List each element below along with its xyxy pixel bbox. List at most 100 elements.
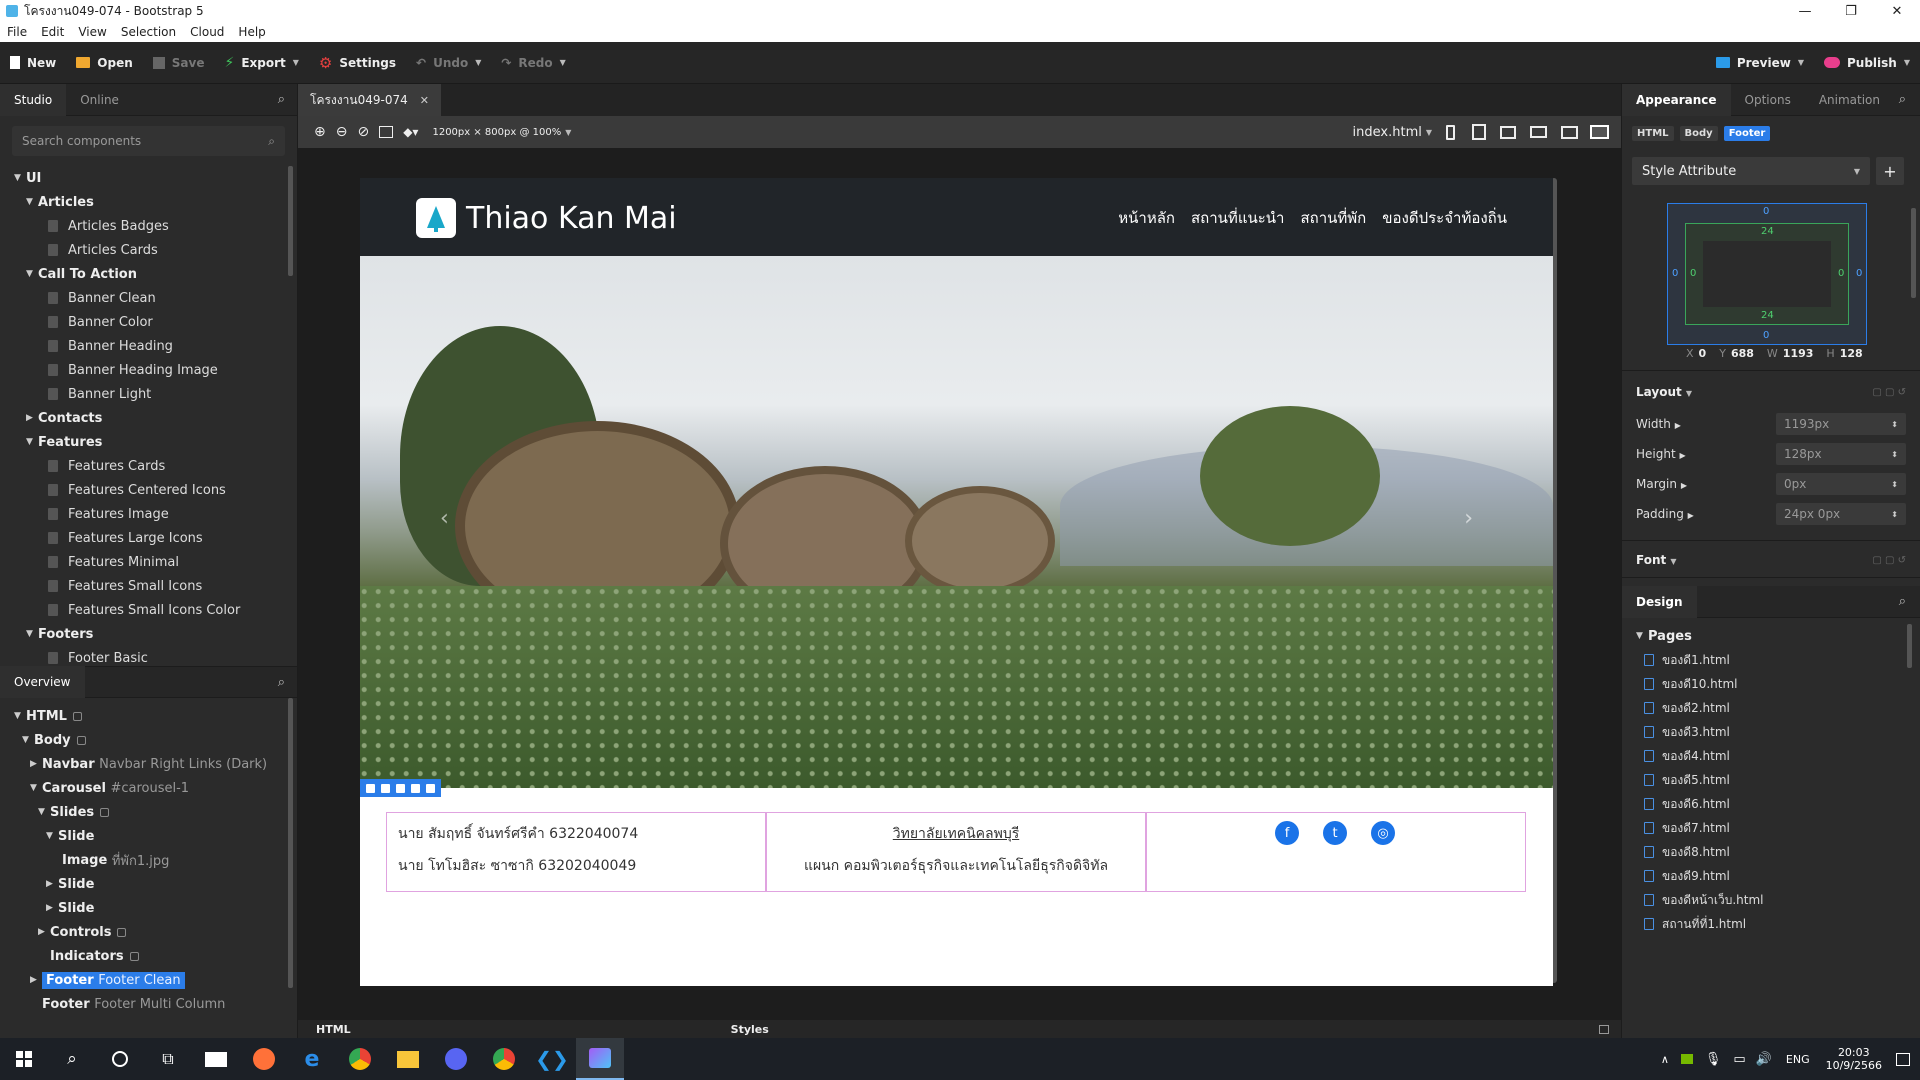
component-item[interactable]: Features Centered Icons <box>14 478 297 502</box>
preview-button[interactable]: Preview ▼ <box>1706 42 1814 84</box>
width-input[interactable]: 1193px ⬍ <box>1776 413 1906 435</box>
edge-icon[interactable]: e <box>288 1038 336 1080</box>
undo-button[interactable]: ↶ Undo ▼ <box>406 42 491 84</box>
stepper-icon[interactable]: ⬍ <box>1891 480 1898 489</box>
component-item[interactable]: Banner Light <box>14 382 297 406</box>
tree-body[interactable]: ▼ Body <box>14 728 297 752</box>
tab-styles[interactable]: Styles <box>731 1023 769 1036</box>
search-icon[interactable]: ⌕ <box>1899 92 1906 107</box>
tree-html[interactable]: ▼ HTML <box>14 704 297 728</box>
nav-link-accommodation[interactable]: สถานที่พัก <box>1300 206 1366 230</box>
padding-left-value[interactable]: 0 <box>1690 268 1696 279</box>
tab-online[interactable]: Online <box>66 84 133 116</box>
padding-bottom-value[interactable]: 24 <box>1761 310 1774 321</box>
padding-right-value[interactable]: 0 <box>1838 268 1844 279</box>
page-item[interactable]: ของดี7.html <box>1636 816 1920 840</box>
section-actions-icon[interactable]: ▢ ▢ ↺ <box>1872 387 1906 398</box>
tab-html[interactable]: HTML <box>316 1023 351 1036</box>
menu-selection[interactable]: Selection <box>121 25 176 39</box>
device-tablet-icon[interactable] <box>1472 124 1486 140</box>
search-icon[interactable]: ⌕ <box>278 675 285 690</box>
section-actions-icon[interactable]: ▢ ▢ ↺ <box>1872 555 1906 566</box>
style-attribute-select[interactable]: Style Attribute ▼ <box>1632 157 1870 185</box>
tab-design[interactable]: Design <box>1622 585 1697 618</box>
tab-animation[interactable]: Animation <box>1805 84 1894 116</box>
discord-icon[interactable] <box>432 1038 480 1080</box>
carousel-next-icon[interactable]: › <box>1464 506 1473 531</box>
site-footer[interactable]: นาย สัมฤทธิ์ จันทร์ศรีคำ 6322040074 นาย … <box>360 779 1553 986</box>
page-item[interactable]: ของดี5.html <box>1636 768 1920 792</box>
cortana-icon[interactable] <box>96 1038 144 1080</box>
delete-icon[interactable] <box>426 783 435 793</box>
zoom-out-icon[interactable]: ⊖ <box>336 124 348 140</box>
close-button[interactable]: ✕ <box>1874 4 1920 19</box>
scrollbar[interactable] <box>288 166 293 276</box>
height-input[interactable]: 128px ⬍ <box>1776 443 1906 465</box>
carousel-slide-image[interactable]: ‹ › <box>360 256 1553 839</box>
tree-controls[interactable]: ▶ Controls <box>14 920 297 944</box>
close-icon[interactable]: ✕ <box>420 94 429 107</box>
stepper-icon[interactable]: ⬍ <box>1891 450 1898 459</box>
facebook-icon[interactable]: f <box>1275 821 1299 845</box>
outline-toggle-icon[interactable]: ⊘ <box>357 124 369 140</box>
device-desktop-icon[interactable] <box>1561 125 1578 139</box>
nav-link-home[interactable]: หน้าหลัก <box>1118 206 1175 230</box>
device-laptop-icon[interactable] <box>1530 126 1547 138</box>
search-icon[interactable]: ⌕ <box>48 1038 96 1080</box>
nvidia-icon[interactable] <box>1680 1054 1693 1064</box>
margin-left-value[interactable]: 0 <box>1672 268 1678 279</box>
component-item[interactable]: Articles Cards <box>14 238 297 262</box>
duplicate-icon[interactable] <box>396 783 405 793</box>
tree-footer-2[interactable]: Footer Footer Multi Column <box>14 992 297 1016</box>
device-wide-icon[interactable] <box>1590 125 1609 139</box>
page-item[interactable]: ของดี8.html <box>1636 840 1920 864</box>
tree-footers[interactable]: ▼ Footers <box>14 622 297 646</box>
component-search-input[interactable]: Search components ⌕ <box>12 126 285 156</box>
page-item[interactable]: ของดี6.html <box>1636 792 1920 816</box>
margin-bottom-value[interactable]: 0 <box>1763 330 1769 341</box>
crumb-body[interactable]: Body <box>1679 126 1718 141</box>
twitter-icon[interactable]: t <box>1323 821 1347 845</box>
page-item[interactable]: ของดี10.html <box>1636 672 1920 696</box>
add-style-button[interactable]: + <box>1876 157 1904 185</box>
font-section-header[interactable]: Font ▼ ▢ ▢ ↺ <box>1622 541 1920 578</box>
tree-indicators[interactable]: Indicators <box>14 944 297 968</box>
scrollbar[interactable] <box>288 698 293 988</box>
component-item[interactable]: Features Cards <box>14 454 297 478</box>
stepper-icon[interactable]: ⬍ <box>1891 420 1898 429</box>
crumb-html[interactable]: HTML <box>1632 126 1674 141</box>
device-tablet-landscape-icon[interactable] <box>1500 125 1516 139</box>
carousel-prev-icon[interactable]: ‹ <box>440 506 449 531</box>
footer-column-names[interactable]: นาย สัมฤทธิ์ จันทร์ศรีคำ 6322040074 นาย … <box>386 812 766 892</box>
tree-call-to-action[interactable]: ▼ Call To Action <box>14 262 297 286</box>
viewport-size[interactable]: 1200px × 800px @ 100% <box>432 127 561 138</box>
tree-slide[interactable]: ▼ Slide <box>14 824 297 848</box>
tab-options[interactable]: Options <box>1731 84 1805 116</box>
settings-button[interactable]: ⚙ Settings <box>309 42 406 84</box>
microphone-icon[interactable]: 🎙 <box>1705 1052 1722 1067</box>
tree-features[interactable]: ▼ Features <box>14 430 297 454</box>
hide-icon[interactable] <box>411 783 420 793</box>
page-item[interactable]: ของดี3.html <box>1636 720 1920 744</box>
tree-slides[interactable]: ▼ Slides <box>14 800 297 824</box>
document-tab[interactable]: โครงงาน049-074 ✕ <box>298 84 441 116</box>
school-link[interactable]: วิทยาลัยเทคนิคลพบุรี <box>767 823 1145 845</box>
language-indicator[interactable]: ENG <box>1786 1053 1810 1066</box>
nav-link-local-goods[interactable]: ของดีประจำท้องถิ่น <box>1382 206 1507 230</box>
component-item[interactable]: Banner Heading Image <box>14 358 297 382</box>
margin-right-value[interactable]: 0 <box>1856 268 1862 279</box>
new-button[interactable]: New <box>0 42 66 84</box>
task-view-icon[interactable]: ⧉ <box>144 1038 192 1080</box>
scrollbar[interactable] <box>1911 208 1916 298</box>
layout-section-header[interactable]: Layout ▼ ▢ ▢ ↺ <box>1622 371 1920 409</box>
page-item[interactable]: ของดีหน้าเว็บ.html <box>1636 888 1920 912</box>
clock[interactable]: 20:03 10/9/2566 <box>1826 1046 1882 1072</box>
menu-help[interactable]: Help <box>238 25 265 39</box>
redo-button[interactable]: ↷ Redo ▼ <box>491 42 575 84</box>
component-item[interactable]: Banner Color <box>14 310 297 334</box>
search-icon[interactable]: ⌕ <box>278 92 285 107</box>
component-item[interactable]: Features Small Icons Color <box>14 598 297 622</box>
tree-articles[interactable]: ▼ Articles <box>14 190 297 214</box>
tree-slide[interactable]: ▶ Slide <box>14 896 297 920</box>
menu-edit[interactable]: Edit <box>41 25 64 39</box>
